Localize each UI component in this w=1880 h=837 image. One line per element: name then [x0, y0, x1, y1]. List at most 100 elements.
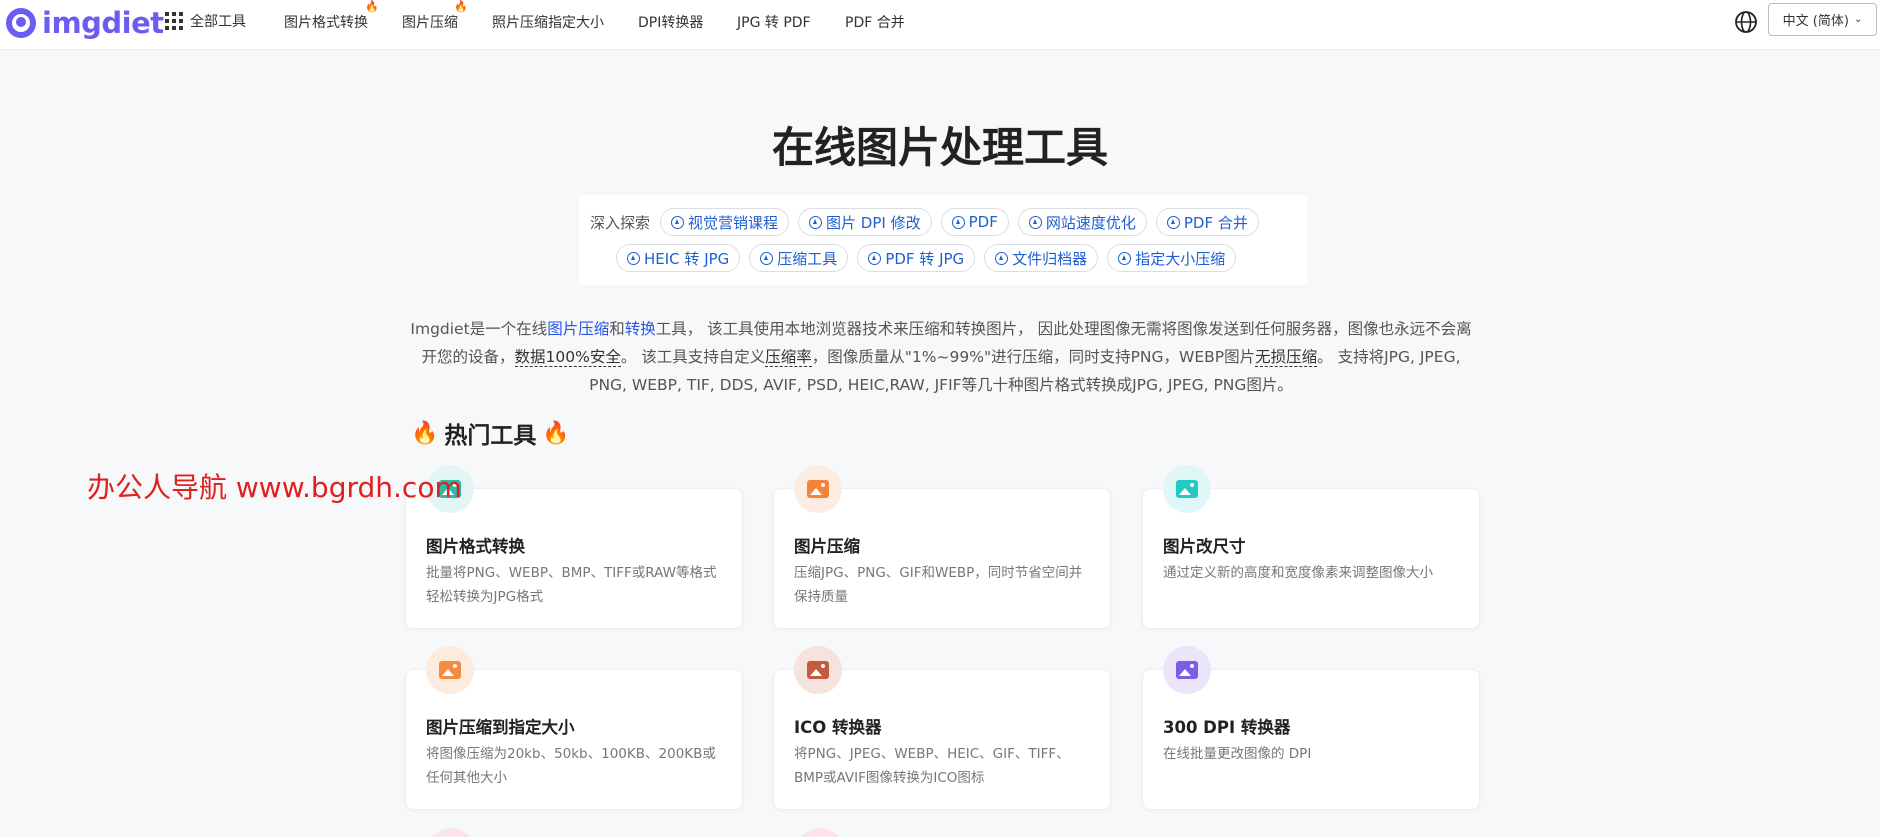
- arrow-up-circle-icon: [809, 215, 823, 229]
- page-title: 在线图片处理工具: [771, 123, 1108, 172]
- chip-label: 图片 DPI 修改: [826, 213, 921, 232]
- logo-icon: [6, 8, 36, 38]
- chip-label: PDF 合并: [1183, 213, 1248, 232]
- nav-label: PDF 合并: [845, 15, 905, 31]
- tool-card-ico-converter[interactable]: ICO 转换器 将PNG、JPEG、WEBP、HEIC、GIF、TIFF、BMP…: [773, 646, 1111, 810]
- chip-label: 网站速度优化: [1045, 213, 1136, 232]
- watermark: 办公人导航 www.bgrdh.com: [87, 471, 462, 504]
- image-icon: [807, 480, 829, 498]
- fire-icon: 🔥: [411, 420, 439, 446]
- nav-label: JPG 转 PDF: [737, 15, 811, 31]
- desc-text: Imgdiet是一个在线: [410, 320, 548, 338]
- explore-chip[interactable]: 压缩工具: [749, 244, 849, 272]
- explore-chip[interactable]: 文件归档器: [984, 244, 1099, 272]
- nav-format-convert[interactable]: 图片格式转换 🔥: [284, 0, 379, 32]
- chip-label: PDF: [968, 213, 998, 231]
- card-icon-partial: [427, 828, 475, 837]
- explore-box: 深入探索 视觉营销课程 图片 DPI 修改 PDF 网站速度优化 PDF 合并 …: [579, 195, 1307, 285]
- card-icon-wrap: [794, 465, 842, 513]
- desc-text: 和: [609, 320, 625, 338]
- desc-text: 。 该工具支持自定义: [620, 348, 766, 366]
- nav-pdf-merge[interactable]: PDF 合并: [845, 12, 905, 32]
- chip-label: PDF 转 JPG: [885, 249, 965, 268]
- hot-tools-heading: 🔥 热门工具 🔥: [405, 416, 576, 450]
- tool-card-300dpi[interactable]: 300 DPI 转换器 在线批量更改图像的 DPI: [1142, 646, 1480, 810]
- nav-dpi-converter[interactable]: DPI转换器: [638, 12, 703, 32]
- card-desc: 将PNG、JPEG、WEBP、HEIC、GIF、TIFF、BMP或AVIF图像转…: [794, 746, 1070, 786]
- fire-icon: 🔥: [454, 0, 468, 13]
- arrow-up-circle-icon: [868, 251, 882, 265]
- explore-chip[interactable]: 指定大小压缩: [1107, 244, 1237, 272]
- fire-icon: 🔥: [542, 420, 570, 446]
- card-title: 图片改尺寸: [1163, 537, 1246, 556]
- hot-tools-title: 热门工具: [444, 423, 537, 449]
- chip-label: 压缩工具: [777, 249, 838, 268]
- explore-chip[interactable]: PDF 转 JPG: [857, 244, 976, 272]
- arrow-up-circle-icon: [760, 251, 774, 265]
- explore-chip[interactable]: PDF 合并: [1155, 208, 1259, 236]
- arrow-up-circle-icon: [995, 251, 1009, 265]
- card-icon-wrap: [1163, 646, 1211, 694]
- nav-jpg-to-pdf[interactable]: JPG 转 PDF: [737, 12, 811, 32]
- chip-label: 文件归档器: [1012, 249, 1088, 268]
- all-tools-menu[interactable]: 全部工具: [165, 11, 246, 31]
- language-select[interactable]: 中文 (简体) ⌄: [1768, 3, 1877, 36]
- chip-label: 视觉营销课程: [688, 213, 779, 232]
- explore-row-1: 深入探索 视觉营销课程 图片 DPI 修改 PDF 网站速度优化 PDF 合并: [590, 208, 1268, 236]
- logo[interactable]: imgdiet: [6, 6, 164, 40]
- card-icon-partial: [796, 828, 844, 837]
- desc-text: ，图像质量从"1%~99%"进行压缩，同时支持PNG，WEBP图片: [811, 348, 1256, 366]
- card-title: 图片压缩: [794, 537, 860, 556]
- nav-label: 图片压缩: [402, 15, 458, 31]
- explore-chip[interactable]: HEIC 转 JPG: [616, 244, 741, 272]
- globe-icon[interactable]: [1734, 10, 1758, 34]
- card-desc: 通过定义新的高度和宽度像素来调整图像大小: [1163, 565, 1433, 581]
- grid-icon: [165, 12, 183, 30]
- top-navbar: imgdiet 全部工具 图片格式转换 🔥 图片压缩 🔥 照片压缩指定大小 DP…: [0, 0, 1880, 50]
- card-title: 300 DPI 转换器: [1163, 718, 1291, 737]
- all-tools-label: 全部工具: [190, 14, 246, 30]
- card-desc: 批量将PNG、WEBP、BMP、TIFF或RAW等格式轻松转换为JPG格式: [426, 565, 717, 605]
- convert-link[interactable]: 转换: [625, 320, 656, 338]
- nav-label: 图片格式转换: [284, 15, 368, 31]
- nav-label: 照片压缩指定大小: [492, 15, 604, 31]
- lossless-tooltip[interactable]: 无损压缩: [1255, 348, 1318, 367]
- nav-label: DPI转换器: [638, 15, 704, 31]
- explore-label: 深入探索: [590, 213, 651, 232]
- compression-rate-tooltip[interactable]: 压缩率: [765, 348, 812, 367]
- tool-card-format-convert[interactable]: 图片格式转换 批量将PNG、WEBP、BMP、TIFF或RAW等格式轻松转换为J…: [405, 465, 743, 629]
- explore-chip[interactable]: PDF: [940, 208, 1009, 236]
- intro-description: Imgdiet是一个在线图片压缩和转换工具， 该工具使用本地浏览器技术来压缩和转…: [405, 315, 1477, 399]
- image-icon: [439, 661, 461, 679]
- chip-label: HEIC 转 JPG: [644, 249, 730, 268]
- arrow-up-circle-icon: [951, 215, 965, 229]
- tool-card-compress-to-size[interactable]: 图片压缩到指定大小 将图像压缩为20kb、50kb、100KB、200KB或任何…: [405, 646, 743, 810]
- card-title: ICO 转换器: [794, 718, 882, 737]
- fire-icon: 🔥: [365, 0, 379, 13]
- explore-chip[interactable]: 网站速度优化: [1017, 208, 1147, 236]
- chevron-down-icon: ⌄: [1853, 14, 1863, 25]
- language-label: 中文 (简体): [1782, 14, 1849, 29]
- tool-card-image-compress[interactable]: 图片压缩 压缩JPG、PNG、GIF和WEBP，同时节省空间并保持质量: [773, 465, 1111, 629]
- chip-label: 指定大小压缩: [1135, 249, 1226, 268]
- arrow-up-circle-icon: [1166, 215, 1180, 229]
- card-icon-wrap: [426, 646, 474, 694]
- nav-image-compress[interactable]: 图片压缩 🔥: [402, 0, 468, 32]
- explore-chip[interactable]: 图片 DPI 修改: [798, 208, 932, 236]
- arrow-up-circle-icon: [1118, 251, 1132, 265]
- arrow-up-circle-icon: [671, 215, 685, 229]
- data-safe-tooltip[interactable]: 数据100%安全: [514, 348, 621, 367]
- card-title: 图片压缩到指定大小: [426, 718, 575, 737]
- arrow-up-circle-icon: [627, 251, 640, 265]
- nav-compress-to-size[interactable]: 照片压缩指定大小: [492, 12, 604, 32]
- card-title: 图片格式转换: [426, 537, 525, 556]
- image-icon: [1176, 480, 1198, 498]
- image-compress-link[interactable]: 图片压缩: [547, 320, 609, 338]
- card-icon-wrap: [1163, 465, 1211, 513]
- arrow-up-circle-icon: [1028, 215, 1042, 229]
- card-desc: 压缩JPG、PNG、GIF和WEBP，同时节省空间并保持质量: [794, 565, 1083, 605]
- explore-chip[interactable]: 视觉营销课程: [660, 208, 790, 236]
- card-icon-wrap: [794, 646, 842, 694]
- tool-card-resize[interactable]: 图片改尺寸 通过定义新的高度和宽度像素来调整图像大小: [1142, 465, 1480, 629]
- logo-text: imgdiet: [42, 6, 164, 40]
